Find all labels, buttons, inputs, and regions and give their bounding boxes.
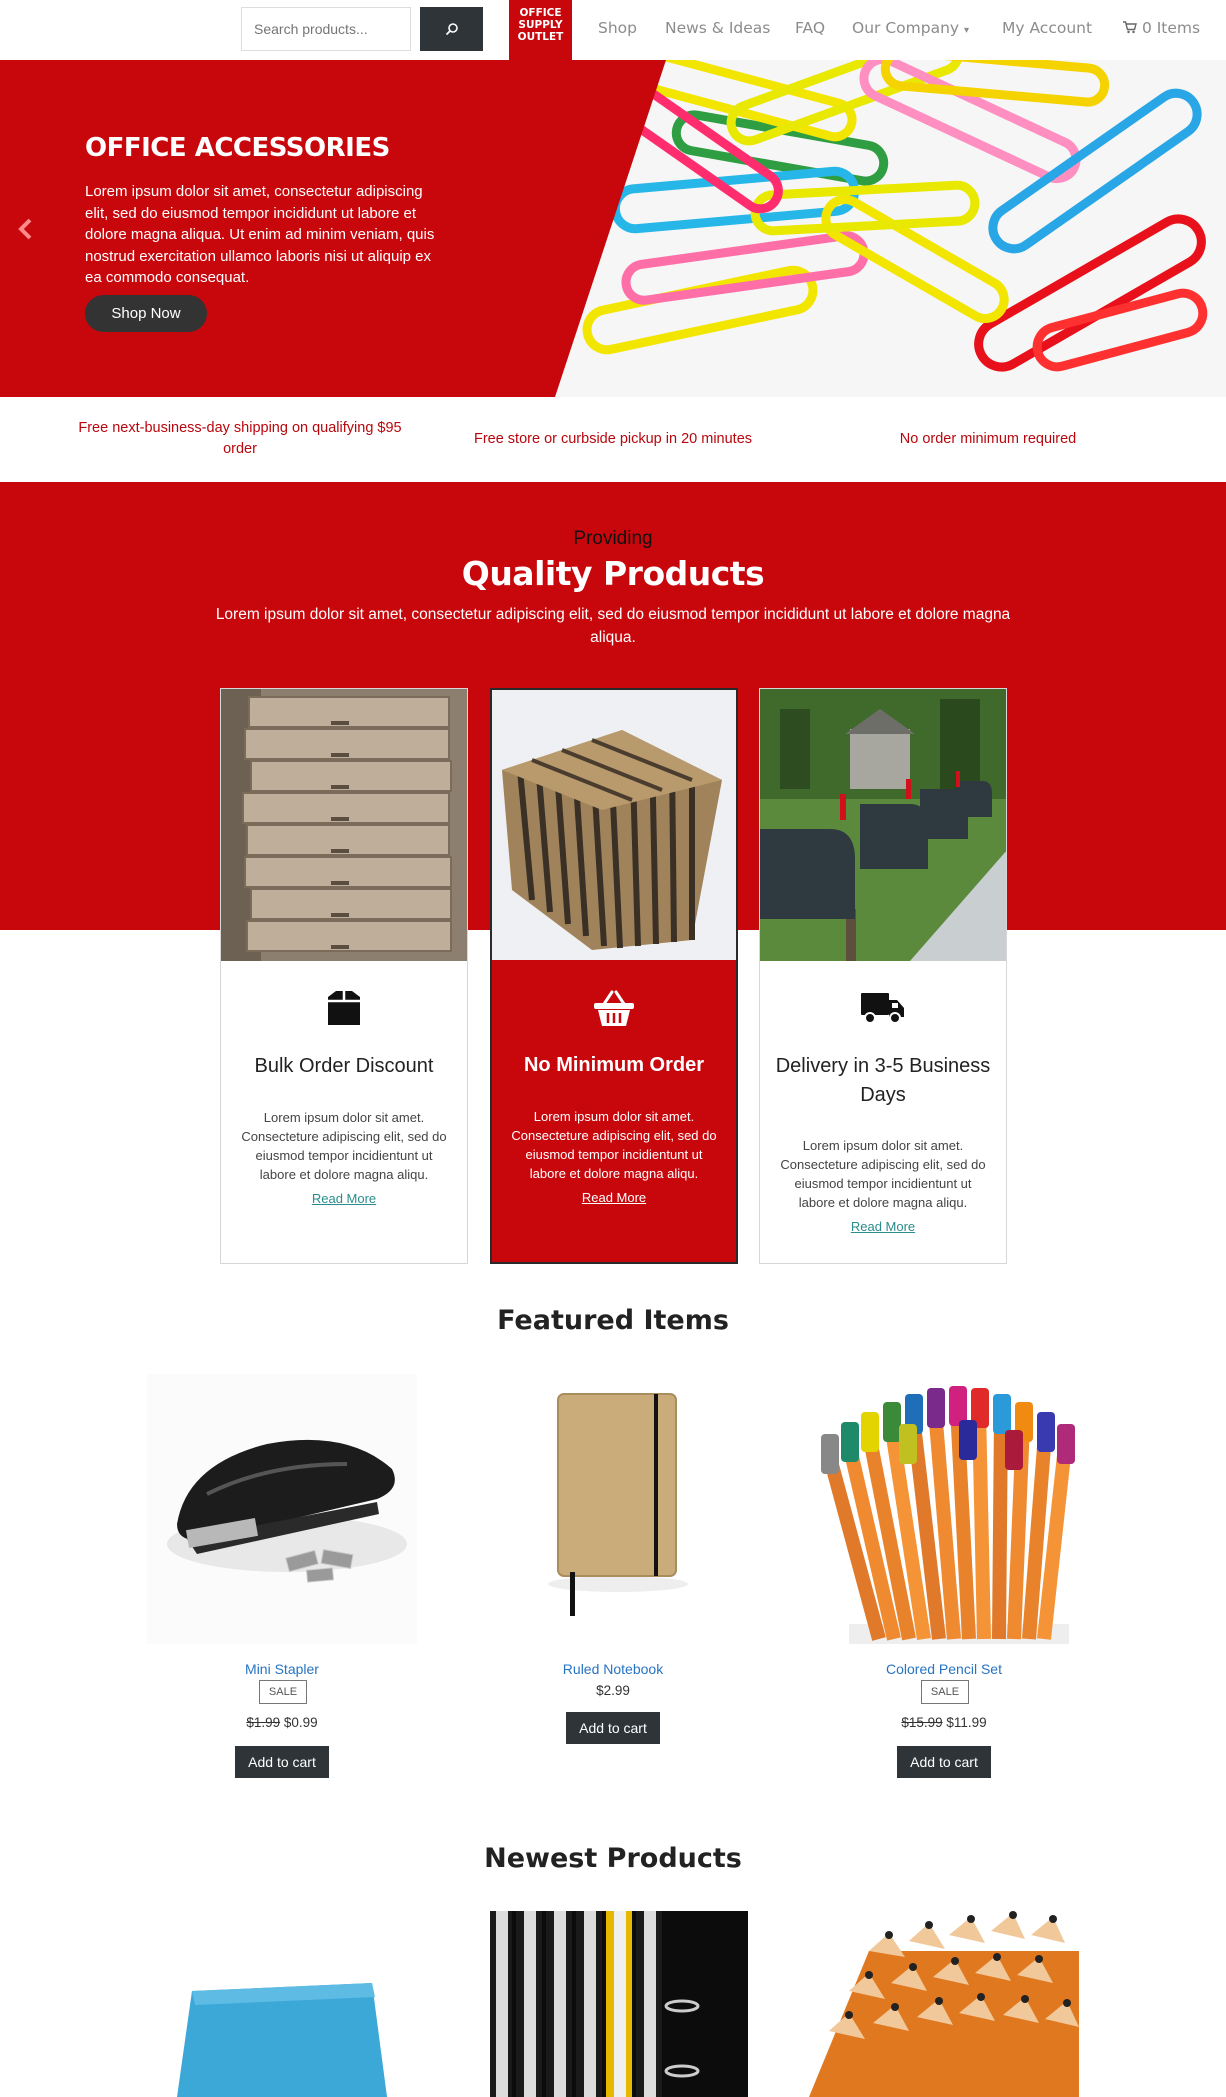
product-price: $1.99 $0.99 xyxy=(147,1715,417,1730)
product-price: $2.99 xyxy=(596,1683,630,1698)
mailboxes-image xyxy=(760,689,1006,961)
nav-faq[interactable]: FAQ xyxy=(795,19,825,37)
add-to-cart-button[interactable]: Add to cart xyxy=(235,1746,329,1778)
feature-no-minimum: No order minimum required xyxy=(899,431,1077,447)
chevron-left-icon[interactable] xyxy=(14,216,36,246)
card-body: Lorem ipsum dolor sit amet. Consecteture… xyxy=(241,1110,447,1182)
newest-products-title: Newest Products xyxy=(484,1843,742,1874)
feature-pickup: Free store or curbside pickup in 20 minu… xyxy=(473,431,753,447)
site-header: OFFICE SUPPLY OUTLET Shop News & Ideas F… xyxy=(0,0,1226,60)
truck-icon xyxy=(760,991,1006,1025)
site-logo[interactable]: OFFICE SUPPLY OUTLET xyxy=(509,0,572,60)
nav-news-ideas[interactable]: News & Ideas xyxy=(665,19,770,37)
search-input[interactable] xyxy=(241,7,411,51)
quality-title: Quality Products xyxy=(461,554,765,593)
nav-shop[interactable]: Shop xyxy=(598,19,637,37)
cart-count: 0 Items xyxy=(1141,19,1201,37)
search-button[interactable] xyxy=(420,7,483,51)
feature-shipping: Free next-business-day shipping on quali… xyxy=(78,420,402,457)
service-card-bulk: Bulk Order Discount Lorem ipsum dolor si… xyxy=(220,688,468,1264)
read-more-link[interactable]: Read More xyxy=(760,1219,1006,1234)
binders-image[interactable] xyxy=(490,1911,748,2097)
sale-price: $11.99 xyxy=(946,1715,987,1730)
pencils-image[interactable] xyxy=(809,1911,1079,2097)
quality-text: Lorem ipsum dolor sit amet, consectetur … xyxy=(215,606,1011,646)
add-to-cart-button[interactable]: Add to cart xyxy=(566,1712,660,1744)
stapler-image[interactable] xyxy=(147,1374,417,1644)
colored-pencils-image[interactable] xyxy=(809,1374,1079,1644)
service-card-no-minimum: No Minimum Order Lorem ipsum dolor sit a… xyxy=(490,688,738,1264)
nav-our-company-label: Our Company xyxy=(852,19,960,37)
hero-title: OFFICE ACCESSORIES xyxy=(85,133,390,163)
logo-line: OUTLET xyxy=(517,31,564,43)
notebook-image[interactable] xyxy=(478,1374,748,1644)
product-name[interactable]: Ruled Notebook xyxy=(478,1661,748,1677)
card-body: Lorem ipsum dolor sit amet. Consecteture… xyxy=(780,1138,986,1210)
add-to-cart-button[interactable]: Add to cart xyxy=(897,1746,991,1778)
hero-text: Lorem ipsum dolor sit amet, consectetur … xyxy=(85,183,435,286)
read-more-link[interactable]: Read More xyxy=(221,1191,467,1206)
sale-badge: SALE xyxy=(259,1680,307,1704)
nav-our-company[interactable]: Our Company ▾ xyxy=(852,19,969,37)
product-price: $15.99 $11.99 xyxy=(809,1715,1079,1730)
hero-image-paperclips xyxy=(555,60,1226,397)
featured-items-title: Featured Items xyxy=(497,1305,729,1336)
logo-line: SUPPLY xyxy=(518,19,563,31)
product-name[interactable]: Colored Pencil Set xyxy=(809,1661,1079,1677)
sticky-notes-image[interactable] xyxy=(147,1911,417,2097)
service-card-delivery: Delivery in 3-5 Business Days Lorem ipsu… xyxy=(759,688,1007,1264)
box-icon xyxy=(221,989,467,1029)
chevron-down-icon: ▾ xyxy=(964,25,970,36)
boxes-image xyxy=(221,689,467,961)
sale-price: $0.99 xyxy=(283,1715,318,1730)
corrugated-box-image xyxy=(492,690,736,962)
shop-now-button[interactable]: Shop Now xyxy=(85,295,207,332)
cart-link[interactable]: 0 Items xyxy=(1123,19,1200,37)
card-title: Bulk Order Discount xyxy=(254,1055,434,1077)
hero-slider: OFFICE ACCESSORIES Lorem ipsum dolor sit… xyxy=(0,60,1226,397)
sale-badge: SALE xyxy=(921,1680,969,1704)
basket-icon xyxy=(492,988,736,1028)
old-price: $15.99 xyxy=(901,1715,943,1730)
search-icon xyxy=(445,23,458,36)
card-title: No Minimum Order xyxy=(523,1054,704,1076)
read-more-link[interactable]: Read More xyxy=(492,1190,736,1205)
nav-my-account[interactable]: My Account xyxy=(1002,19,1092,37)
product-name[interactable]: Mini Stapler xyxy=(147,1661,417,1677)
logo-line: OFFICE xyxy=(519,7,562,19)
cart-icon xyxy=(1123,21,1137,34)
quality-kicker: Providing xyxy=(573,528,653,549)
old-price: $1.99 xyxy=(246,1715,281,1730)
card-body: Lorem ipsum dolor sit amet. Consecteture… xyxy=(511,1109,717,1181)
card-title: Delivery in 3-5 Business Days xyxy=(775,1055,991,1106)
